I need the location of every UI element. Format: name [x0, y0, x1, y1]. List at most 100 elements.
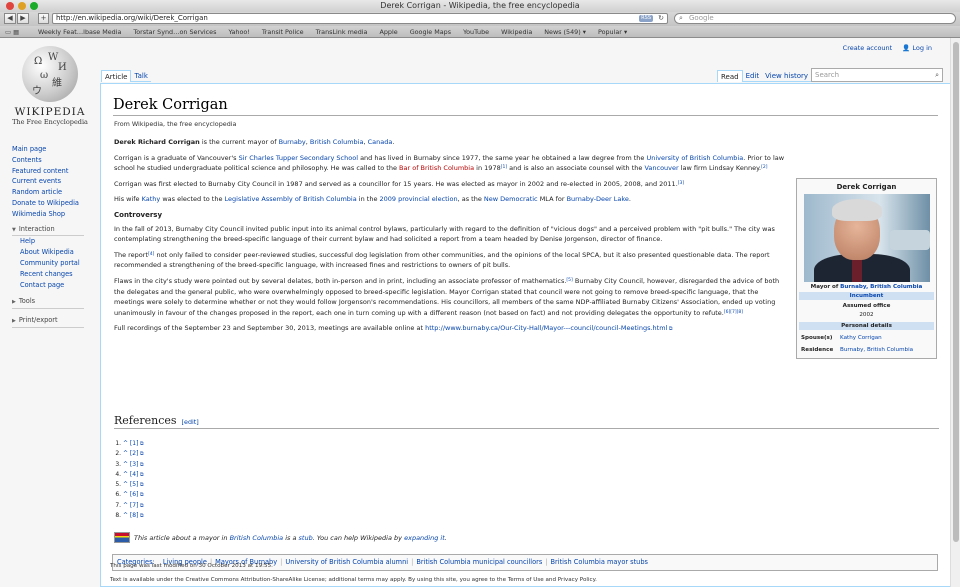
- tab-edit[interactable]: Edit: [742, 70, 763, 82]
- sidebar-item-recent-changes[interactable]: Recent changes: [12, 269, 98, 280]
- career-paragraph: Corrigan was first elected to Burnaby Ci…: [114, 179, 685, 188]
- bookmark-item[interactable]: Torstar Synd…on Services: [133, 26, 216, 38]
- stub-mid: is a: [285, 533, 297, 542]
- puzzle-globe-icon: ΩWИ ω維ウ: [22, 46, 78, 102]
- bookmark-item[interactable]: Transit Police: [262, 26, 304, 38]
- references-list: ^ [1] ⧉^ [2] ⧉^ [3] ⧉^ [4] ⧉^ [5] ⧉^ [6]…: [123, 439, 144, 521]
- bookmark-item[interactable]: Weekly Feat…lbase Media: [38, 26, 121, 38]
- logo-tagline: The Free Encyclopedia: [12, 118, 88, 126]
- references-edit-link[interactable]: [edit]: [182, 418, 199, 426]
- incumbent-band[interactable]: Incumbent: [799, 292, 934, 300]
- recordings-paragraph: Full recordings of the September 23 and …: [114, 323, 789, 335]
- tab-article[interactable]: Article: [101, 70, 132, 82]
- spouse-link[interactable]: Kathy Corrigan: [840, 332, 882, 344]
- portrait-photo[interactable]: [803, 194, 930, 282]
- browser-search-field[interactable]: ⌕ Google: [674, 13, 956, 24]
- sidebar-item-contents[interactable]: Contents: [12, 155, 98, 166]
- reference-link[interactable]: ^ [4]: [123, 471, 138, 478]
- forward-button[interactable]: ▶: [17, 13, 29, 24]
- wikipedia-logo[interactable]: ΩWИ ω維ウ WIKIPEDIA The Free Encyclopedia: [10, 46, 90, 126]
- triangle-down-icon: ▼: [12, 226, 16, 233]
- tools-heading[interactable]: ▶ Tools: [12, 296, 84, 310]
- interaction-label: Interaction: [18, 224, 55, 233]
- bookmark-item[interactable]: Apple: [379, 26, 397, 38]
- reference-link[interactable]: ^ [1]: [123, 440, 138, 447]
- window-titlebar: Derek Corrigan - Wikipedia, the free enc…: [0, 0, 960, 12]
- references-title: References: [114, 414, 177, 427]
- reference-link[interactable]: ^ [8]: [123, 512, 138, 519]
- bookmark-item[interactable]: News (549) ▾: [544, 26, 586, 38]
- create-account-link[interactable]: Create account: [843, 44, 893, 52]
- interaction-heading[interactable]: ▼ Interaction: [12, 224, 84, 237]
- reference-link[interactable]: ^ [7]: [123, 502, 138, 509]
- tab-talk-label[interactable]: Talk: [134, 72, 147, 80]
- bookmark-item[interactable]: Yahoo!: [228, 26, 249, 38]
- wiki-search-input[interactable]: Search ⌕: [811, 68, 943, 82]
- bookmarks-icons[interactable]: ▭ ▦: [5, 26, 19, 38]
- address-bar[interactable]: http://en.wikipedia.org/wiki/Derek_Corri…: [52, 13, 668, 24]
- bookmark-item[interactable]: Popular ▾: [598, 26, 627, 38]
- sidebar-item-donate-to-wikipedia[interactable]: Donate to Wikipedia: [12, 198, 98, 209]
- book-icon[interactable]: ▭: [5, 28, 11, 36]
- sidebar-item-random-article[interactable]: Random article: [12, 187, 98, 198]
- scrollbar-thumb[interactable]: [953, 42, 959, 542]
- sidebar-item-contact-page[interactable]: Contact page: [12, 280, 98, 291]
- window-controls[interactable]: [6, 2, 38, 10]
- back-button[interactable]: ◀: [4, 13, 16, 24]
- sidebar-item-about-wikipedia[interactable]: About Wikipedia: [12, 247, 98, 258]
- user-icon: 👤: [902, 44, 911, 52]
- page-scrollbar[interactable]: [950, 38, 960, 587]
- reference-link[interactable]: ^ [2]: [123, 450, 138, 457]
- print-heading[interactable]: ▶ Print/export: [12, 315, 84, 328]
- reference-link[interactable]: ^ [6]: [123, 491, 138, 498]
- login-link[interactable]: Log in: [912, 44, 932, 52]
- external-link-icon: ⧉: [138, 492, 144, 499]
- residence-label: Residence: [801, 347, 834, 353]
- rss-badge[interactable]: RSS: [639, 15, 653, 22]
- tab-talk[interactable]: Talk: [131, 70, 151, 82]
- external-link-icon: ⧉: [138, 441, 144, 447]
- tab-edit-label[interactable]: Edit: [746, 72, 760, 80]
- tab-history[interactable]: View history: [762, 70, 812, 82]
- reference-item: ^ [2] ⧉: [123, 449, 144, 459]
- sidebar-main-nav: Main page Contents Featured content Current…: [12, 144, 98, 220]
- reload-icon[interactable]: ↻: [658, 14, 664, 23]
- article-body: Derek Richard Corrigan is the current ma…: [114, 137, 789, 340]
- bookmark-item[interactable]: YouTube: [463, 26, 489, 38]
- caption-link[interactable]: Burnaby, British Columbia: [840, 284, 922, 290]
- bookmark-item[interactable]: TransLink media: [316, 26, 368, 38]
- reference-link[interactable]: ^ [5]: [123, 481, 138, 488]
- controversy-paragraph-2: The report[4] not only failed to conside…: [114, 250, 770, 270]
- tab-read[interactable]: Read: [717, 70, 743, 82]
- zoom-window-icon[interactable]: [30, 2, 38, 10]
- stub-link-bc[interactable]: British Columbia: [230, 534, 284, 542]
- sidebar-item-main-page[interactable]: Main page: [12, 144, 98, 155]
- browser-search-placeholder: Google: [689, 14, 714, 22]
- search-icon[interactable]: ⌕: [935, 69, 939, 81]
- sidebar-item-help[interactable]: Help: [12, 236, 98, 247]
- sidebar-item-community-portal[interactable]: Community portal: [12, 258, 98, 269]
- tab-history-label[interactable]: View history: [765, 72, 808, 80]
- sidebar-item-wikimedia-shop[interactable]: Wikimedia Shop: [12, 209, 98, 220]
- stub-mid2: . You can help Wikipedia by: [312, 533, 403, 542]
- grid-icon[interactable]: ▦: [13, 28, 19, 36]
- reference-item: ^ [7] ⧉: [123, 501, 144, 511]
- close-window-icon[interactable]: [6, 2, 14, 10]
- reference-item: ^ [3] ⧉: [123, 460, 144, 470]
- minimize-window-icon[interactable]: [18, 2, 26, 10]
- residence-link[interactable]: Burnaby, British Columbia: [840, 344, 913, 356]
- reference-link[interactable]: ^ [3]: [123, 461, 138, 468]
- new-tab-button[interactable]: +: [38, 13, 49, 24]
- sidebar-item-featured-content[interactable]: Featured content: [12, 166, 98, 177]
- bookmark-item[interactable]: Google Maps: [410, 26, 451, 38]
- spouse-row: Spouse(s) Kathy Corrigan: [799, 332, 934, 344]
- view-tabs: Read Edit View history: [717, 70, 812, 82]
- recordings-link[interactable]: http://www.burnaby.ca/Our-City-Hall/Mayo…: [425, 324, 667, 332]
- sidebar-item-current-events[interactable]: Current events: [12, 176, 98, 187]
- external-link-icon: ⧉: [667, 326, 673, 333]
- external-link-icon: ⧉: [138, 482, 144, 489]
- bookmark-item[interactable]: Wikipedia: [501, 26, 532, 38]
- stub-link-stub[interactable]: stub: [299, 534, 313, 542]
- external-link-icon: ⧉: [138, 451, 144, 458]
- stub-link-expand[interactable]: expanding it: [404, 534, 445, 542]
